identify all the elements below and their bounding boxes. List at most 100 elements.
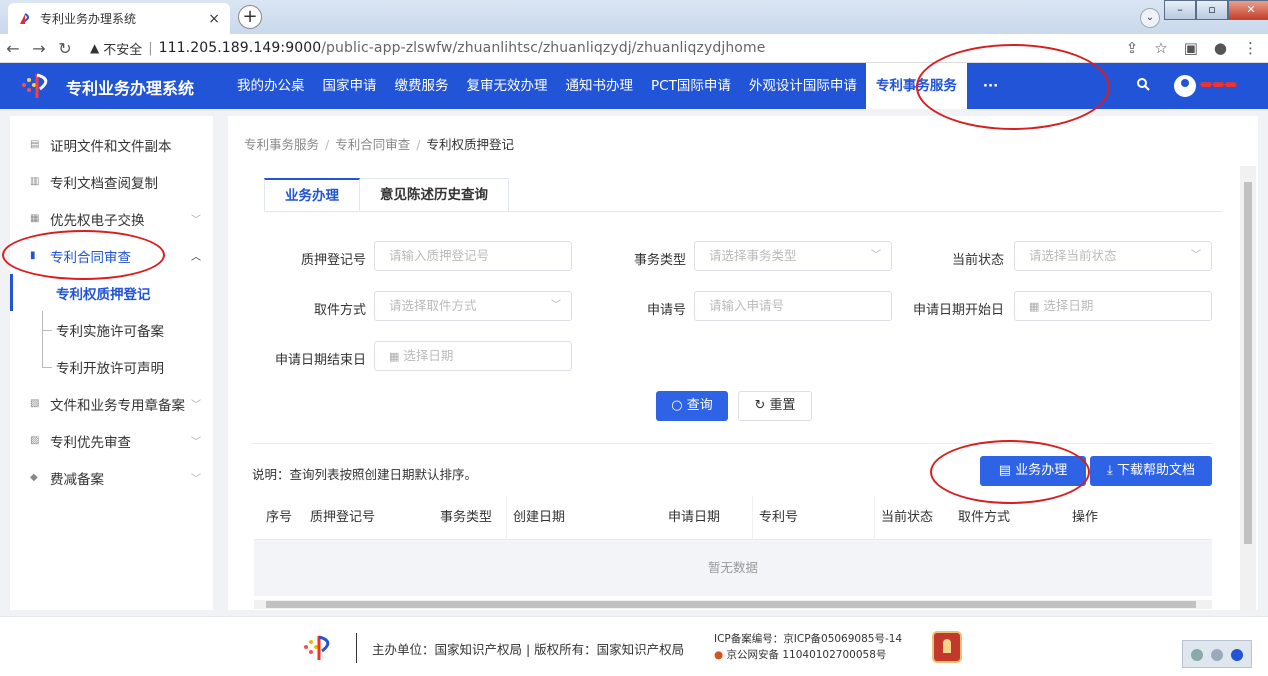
end-date-picker[interactable]: ▦ 选择日期 [374, 341, 572, 371]
new-tab-button[interactable]: + [238, 5, 262, 29]
sidebar-item-stamp-filing[interactable]: ▧ 文件和业务专用章备案 ﹀ [10, 385, 213, 422]
keyboard-icon[interactable] [1191, 649, 1203, 661]
sidebar-item-priority-review[interactable]: ▨ 专利优先审查 ﹀ [10, 422, 213, 459]
nav-notifications[interactable]: 通知书办理 [557, 63, 643, 109]
tab-search-chevron-icon[interactable]: ⌄ [1140, 8, 1160, 28]
breadcrumb-item[interactable]: 专利合同审查 [335, 137, 410, 152]
fetch-select-placeholder: 请选择取件方式 [389, 298, 477, 313]
tab-business-handling[interactable]: 业务办理 [264, 178, 360, 212]
url-host: 111.205.189.149:9000 [158, 40, 322, 56]
user-avatar[interactable] [1174, 75, 1196, 97]
reset-button[interactable]: ↻ 重置 [738, 391, 812, 421]
nav-my-desk[interactable]: 我的办公桌 [228, 63, 314, 109]
download-help-button[interactable]: ⤓ 下载帮助文档 [1090, 456, 1212, 486]
vertical-scrollbar[interactable] [1240, 166, 1256, 610]
nav-national-application[interactable]: 国家申请 [314, 63, 386, 109]
tray-icon[interactable] [1211, 649, 1223, 661]
footer-logo-icon [304, 635, 330, 660]
end-date-placeholder: 选择日期 [403, 348, 454, 363]
browser-actions: ⇪ ☆ ▣ ● ⋮ [1126, 39, 1258, 57]
annotation-ellipse-button [930, 440, 1090, 504]
query-button[interactable]: ○ 查询 [656, 391, 728, 421]
chevron-down-icon: ﹀ [191, 400, 201, 411]
security-indicator[interactable]: ▲ 不安全 [90, 39, 142, 58]
reload-icon[interactable]: ↻ [52, 39, 78, 58]
priority-icon: ▨ [30, 434, 40, 446]
sidebar-subitem-open-license[interactable]: 专利开放许可声明 [10, 348, 213, 385]
tab-opinion-history[interactable]: 意见陈述历史查询 [360, 178, 509, 212]
site-favicon-icon [20, 12, 29, 24]
nav-design-international[interactable]: 外观设计国际申请 [740, 63, 866, 109]
footer-icp: ICP备案编号：京ICP备05069085号-14 ● 京公网安备 110401… [714, 631, 902, 663]
security-label: 不安全 [103, 42, 143, 58]
column-header: 序号 [266, 510, 293, 525]
minimize-icon[interactable]: – [1164, 0, 1196, 20]
document-icon: ▤ [30, 138, 40, 150]
type-select[interactable]: 请选择事务类型 ﹀ [694, 241, 892, 271]
table-header: 序号 质押登记号 事务类型 创建日期 申请日期 专利号 当前状态 取件方式 操作 [254, 496, 1212, 540]
calendar-icon: ▦ [1029, 300, 1040, 313]
fetch-select[interactable]: 请选择取件方式 ﹀ [374, 291, 572, 321]
scrollbar-thumb[interactable] [266, 601, 1196, 608]
browser-tab[interactable]: 专利业务办理系统 × [8, 3, 230, 34]
tab-close-icon[interactable]: × [208, 11, 220, 27]
start-date-picker[interactable]: ▦ 选择日期 [1014, 291, 1212, 321]
sidebar-item-certificates[interactable]: ▤ 证明文件和文件副本 [10, 126, 213, 163]
sidebar-subitem-license-filing[interactable]: 专利实施许可备案 [10, 311, 213, 348]
warning-icon: ▲ [90, 41, 100, 55]
maximize-icon[interactable]: ▫ [1196, 0, 1228, 20]
status-label: 当前状态 [951, 253, 1004, 268]
chevron-down-icon: ﹀ [551, 300, 561, 311]
nav-pct[interactable]: PCT国际申请 [642, 63, 740, 109]
start-date-placeholder: 选择日期 [1043, 298, 1094, 313]
redacted-username[interactable]: ▬▬▬ [1200, 77, 1237, 92]
profile-icon[interactable]: ● [1214, 39, 1227, 57]
status-select-placeholder: 请选择当前状态 [1029, 248, 1117, 263]
tab-underline [264, 211, 1222, 212]
nav-reexamination[interactable]: 复审无效办理 [458, 63, 557, 109]
browser-menu-icon[interactable]: ⋮ [1243, 39, 1258, 57]
police-record[interactable]: 京公网安备 11040102700058号 [727, 649, 887, 661]
forward-icon[interactable]: → [26, 39, 52, 58]
url-path: /public-app-zlswfw/zhuanlihtsc/zhuanliqz… [321, 40, 766, 56]
back-icon[interactable]: ← [0, 39, 26, 58]
status-select[interactable]: 请选择当前状态 ﹀ [1014, 241, 1212, 271]
police-badge-icon: ● [714, 649, 724, 661]
nav-fee-service[interactable]: 缴费服务 [386, 63, 458, 109]
app-no-input[interactable]: 请输入申请号 [694, 291, 892, 321]
breadcrumb-current: 专利权质押登记 [426, 137, 514, 152]
main-panel: 专利事务服务 / 专利合同审查 / 专利权质押登记 业务办理 意见陈述历史查询 质押登记… [228, 116, 1258, 610]
chevron-down-icon: ﹀ [871, 250, 881, 261]
help-icon[interactable] [1231, 649, 1243, 661]
icp-record[interactable]: ICP备案编号：京ICP备05069085号-14 [714, 631, 902, 647]
column-header: 当前状态 [874, 496, 933, 540]
url-field[interactable]: 111.205.189.149:9000/public-app-zlswfw/z… [159, 40, 766, 56]
chevron-down-icon: ﹀ [191, 474, 201, 485]
breadcrumb: 专利事务服务 / 专利合同审查 / 专利权质押登记 [244, 137, 514, 152]
sidebar-item-file-copy[interactable]: ▥ 专利文档查阅复制 [10, 163, 213, 200]
gov-badge-icon[interactable] [932, 631, 962, 663]
reset-button-label: 重置 [769, 398, 796, 413]
horizontal-scrollbar[interactable] [254, 600, 1212, 609]
sidebar-item-fee-reduction[interactable]: ◆ 费减备案 ﹀ [10, 459, 213, 496]
download-help-label: 下载帮助文档 [1116, 463, 1195, 478]
scrollbar-thumb[interactable] [1244, 182, 1252, 544]
bookmark-star-icon[interactable]: ☆ [1154, 39, 1167, 57]
sidebar-subitem-pledge-registration[interactable]: 专利权质押登记 [10, 274, 213, 311]
sidebar-item-label: 优先权电子交换 [50, 212, 145, 229]
column-header: 事务类型 [440, 510, 493, 525]
footer: 主办单位：国家知识产权局 | 版权所有：国家知识产权局 ICP备案编号：京ICP… [0, 616, 1268, 676]
breadcrumb-item[interactable]: 专利事务服务 [244, 137, 319, 152]
address-separator: | [148, 40, 153, 56]
section-divider [252, 443, 1212, 444]
header-search-icon[interactable] [1136, 77, 1150, 95]
type-label: 事务类型 [633, 253, 686, 268]
pledge-no-input[interactable]: 请输入质押登记号 [374, 241, 572, 271]
content-tabs: 业务办理 意见陈述历史查询 [264, 178, 509, 212]
share-icon[interactable]: ⇪ [1126, 39, 1139, 57]
chevron-down-icon: ﹀ [191, 437, 201, 448]
sidepanel-icon[interactable]: ▣ [1184, 39, 1198, 57]
system-tray [1182, 640, 1252, 668]
column-header: 质押登记号 [310, 510, 376, 525]
window-close-icon[interactable]: ✕ [1228, 0, 1268, 20]
